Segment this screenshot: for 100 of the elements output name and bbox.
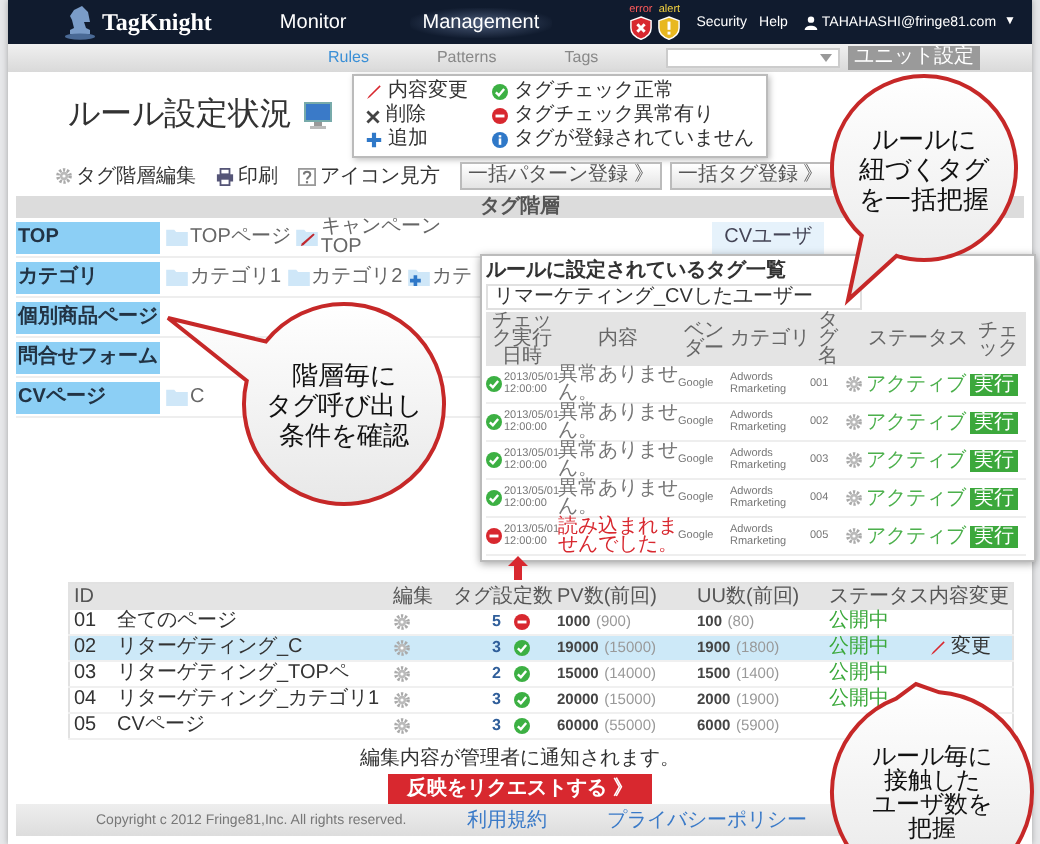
- tag-count: 5: [492, 610, 501, 634]
- check-result: 読み込まれませんでした。: [558, 518, 678, 554]
- check-circle-icon: [492, 84, 508, 100]
- callout-text: 階層毎に タグ呼び出し 条件を確認: [266, 359, 422, 449]
- minus-circle-icon: [513, 614, 529, 630]
- shield-icon[interactable]: [629, 16, 652, 40]
- monitor-icon: [304, 102, 332, 130]
- legend-label: 削除: [386, 104, 426, 127]
- check-circle-icon: [486, 414, 502, 430]
- caret-icon: [820, 54, 832, 62]
- legend-label: 追加: [388, 128, 428, 152]
- column-header: ID: [69, 583, 113, 610]
- check-circle-icon: [513, 640, 529, 656]
- tag-count: 2: [492, 662, 501, 686]
- logo-text[interactable]: TagKnight: [102, 7, 212, 37]
- level-label[interactable]: CVページ: [16, 381, 160, 413]
- folder-plus-icon: [408, 268, 431, 286]
- column-header: タグ名: [810, 312, 846, 366]
- check-result: 異常ありません。: [558, 442, 678, 478]
- status-text: アクティブ: [866, 487, 968, 509]
- cross-icon: [366, 109, 380, 123]
- up-arrow-icon: [508, 556, 528, 580]
- user-icon: [803, 15, 818, 29]
- toolbar-link[interactable]: タグ階層編集: [76, 162, 196, 190]
- legend-label: タグチェック正常: [514, 80, 674, 103]
- column-header: チェック: [970, 312, 1026, 366]
- chess-piece-icon: [64, 4, 96, 40]
- info-icon: [492, 132, 508, 148]
- notice-text: 編集内容が管理者に通知されます。: [360, 748, 680, 770]
- check-circle-icon: [486, 490, 502, 506]
- level-label[interactable]: カテゴリ: [16, 261, 160, 293]
- gear-icon: [846, 376, 862, 392]
- status-text: アクティブ: [866, 411, 968, 433]
- bulk-register-button[interactable]: 一括タグ登録 》: [669, 162, 832, 190]
- footer-link[interactable]: プライバシーポリシー: [606, 806, 807, 834]
- folder-icon: [166, 228, 188, 246]
- check-circle-icon: [486, 452, 502, 468]
- gear-icon: [56, 168, 72, 184]
- footer-link[interactable]: 利用規約: [466, 806, 547, 834]
- column-header: カテゴリ: [730, 312, 810, 366]
- toolbar-link[interactable]: アイコン見方: [320, 162, 440, 190]
- folder-label[interactable]: カテ: [432, 267, 473, 287]
- status-text: 公開中: [829, 610, 889, 632]
- column-header: 内容: [558, 312, 678, 366]
- help-icon: [298, 167, 316, 185]
- popup-title: ルールに設定されているタグ一覧: [486, 258, 788, 284]
- status-text: アクティブ: [866, 373, 968, 395]
- folder-label[interactable]: カテゴリ1: [190, 267, 282, 287]
- check-circle-icon: [513, 718, 529, 734]
- change-link[interactable]: 変更: [951, 636, 991, 660]
- level-label[interactable]: TOP: [16, 221, 160, 253]
- tag-count: 3: [492, 688, 501, 712]
- folder-label[interactable]: キャンペーン TOP: [320, 217, 445, 257]
- table-cell: リターゲティング_C: [117, 636, 303, 658]
- nav-item[interactable]: Monitor: [267, 7, 359, 37]
- table-cell: 03: [74, 662, 97, 684]
- pencil-icon: [366, 84, 382, 100]
- table-cell: 04: [74, 688, 97, 710]
- shield-icon[interactable]: [658, 16, 681, 40]
- gear-icon: [846, 414, 862, 430]
- check-circle-icon: [486, 376, 502, 392]
- minus-circle-icon: [486, 528, 502, 544]
- folder-label[interactable]: C: [190, 387, 205, 407]
- gear-icon: [846, 490, 862, 506]
- bulk-register-button[interactable]: 一括パターン登録 》: [460, 162, 662, 190]
- table-cell: 02: [74, 636, 97, 658]
- check-result: 異常ありません。: [558, 404, 678, 440]
- legend-label: タグチェック異常有り: [514, 104, 714, 128]
- column-header: UU数(前回): [693, 583, 825, 610]
- folder-icon: [287, 268, 310, 286]
- minus-circle-icon: [492, 108, 508, 124]
- status-text: 公開中: [829, 688, 889, 710]
- printer-icon: [216, 167, 234, 185]
- legend-label: 内容変更: [388, 80, 468, 103]
- column-header: チェック実行日時: [486, 312, 558, 366]
- table-cell: リターゲティング_カテゴリ1: [117, 688, 380, 710]
- column-header: PV数(前回): [553, 583, 693, 610]
- level-label[interactable]: 個別商品ページ: [16, 301, 160, 333]
- status-text: アクティブ: [866, 449, 968, 471]
- check-result: 異常ありません。: [558, 366, 678, 402]
- column-header: ベンダー: [678, 312, 730, 366]
- rule-name-field: リマーケティング_CVしたユーザー: [486, 284, 862, 310]
- column-header: ステータス: [866, 312, 970, 366]
- table-cell: 05: [74, 714, 97, 736]
- column-header: 編集: [389, 583, 449, 610]
- toolbar-link[interactable]: 印刷: [238, 162, 278, 190]
- folder-label[interactable]: カテゴリ2: [311, 267, 403, 287]
- column-header: タグ設定数: [449, 583, 553, 610]
- gear-icon: [846, 528, 862, 544]
- nav-item[interactable]: Management: [410, 7, 552, 37]
- tag-count: 3: [492, 714, 501, 738]
- folder-label[interactable]: TOPページ: [190, 227, 291, 247]
- request-button[interactable]: 反映をリクエストする 》: [387, 774, 653, 804]
- level-label[interactable]: 問合せフォーム: [16, 341, 160, 373]
- check-circle-icon: [513, 666, 529, 682]
- table-cell: 01: [74, 610, 97, 632]
- callout-text: ルール毎に 接触した ユーザ数を 把握: [872, 744, 992, 840]
- column-header: ステータス: [825, 583, 925, 610]
- folder-pencil-icon: [296, 228, 319, 246]
- tag-label[interactable]: CVユーザ: [712, 221, 824, 253]
